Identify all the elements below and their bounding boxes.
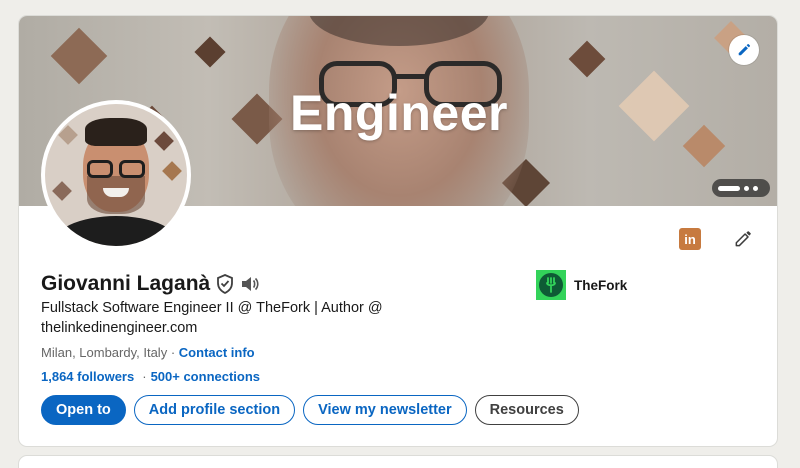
followers-link[interactable]: 1,864 followers — [41, 369, 134, 384]
profile-name: Giovanni Laganà — [41, 272, 211, 295]
carousel-indicator[interactable] — [712, 179, 770, 197]
profile-name-row: Giovanni Laganà — [41, 272, 260, 296]
connections-link[interactable]: 500+ connections — [151, 369, 260, 384]
profile-stats: 1,864 followers · 500+ connections — [41, 369, 260, 384]
profile-headline: Fullstack Software Engineer II @ TheFork… — [41, 300, 383, 336]
add-profile-section-button[interactable]: Add profile section — [133, 395, 296, 425]
edit-cover-button[interactable] — [729, 35, 759, 65]
profile-location: Milan, Lombardy, Italy — [41, 345, 168, 360]
view-newsletter-button[interactable]: View my newsletter — [303, 395, 467, 425]
resources-button[interactable]: Resources — [474, 395, 579, 425]
profile-card: Engineer in Giovanni Laganà Fullstack So… — [18, 15, 778, 447]
profile-photo[interactable] — [41, 100, 191, 250]
location-separator: · — [170, 345, 176, 360]
contact-info-link[interactable]: Contact info — [179, 345, 255, 360]
thefork-logo — [536, 270, 566, 300]
linkedin-icon[interactable]: in — [679, 228, 701, 250]
pencil-icon — [735, 231, 751, 247]
verified-shield-icon[interactable] — [216, 274, 234, 294]
pencil-icon — [738, 43, 751, 56]
stats-separator: · — [142, 369, 147, 384]
open-to-button[interactable]: Open to — [41, 395, 126, 425]
current-company[interactable]: TheFork — [536, 270, 627, 300]
edit-intro-button[interactable] — [731, 227, 755, 251]
company-name: TheFork — [574, 277, 628, 293]
profile-actions: Open to Add profile section View my news… — [41, 395, 579, 425]
speaker-icon[interactable] — [240, 275, 260, 293]
next-section-card — [18, 455, 778, 468]
fork-icon — [546, 277, 556, 293]
profile-location-row: Milan, Lombardy, Italy · Contact info — [41, 345, 255, 360]
